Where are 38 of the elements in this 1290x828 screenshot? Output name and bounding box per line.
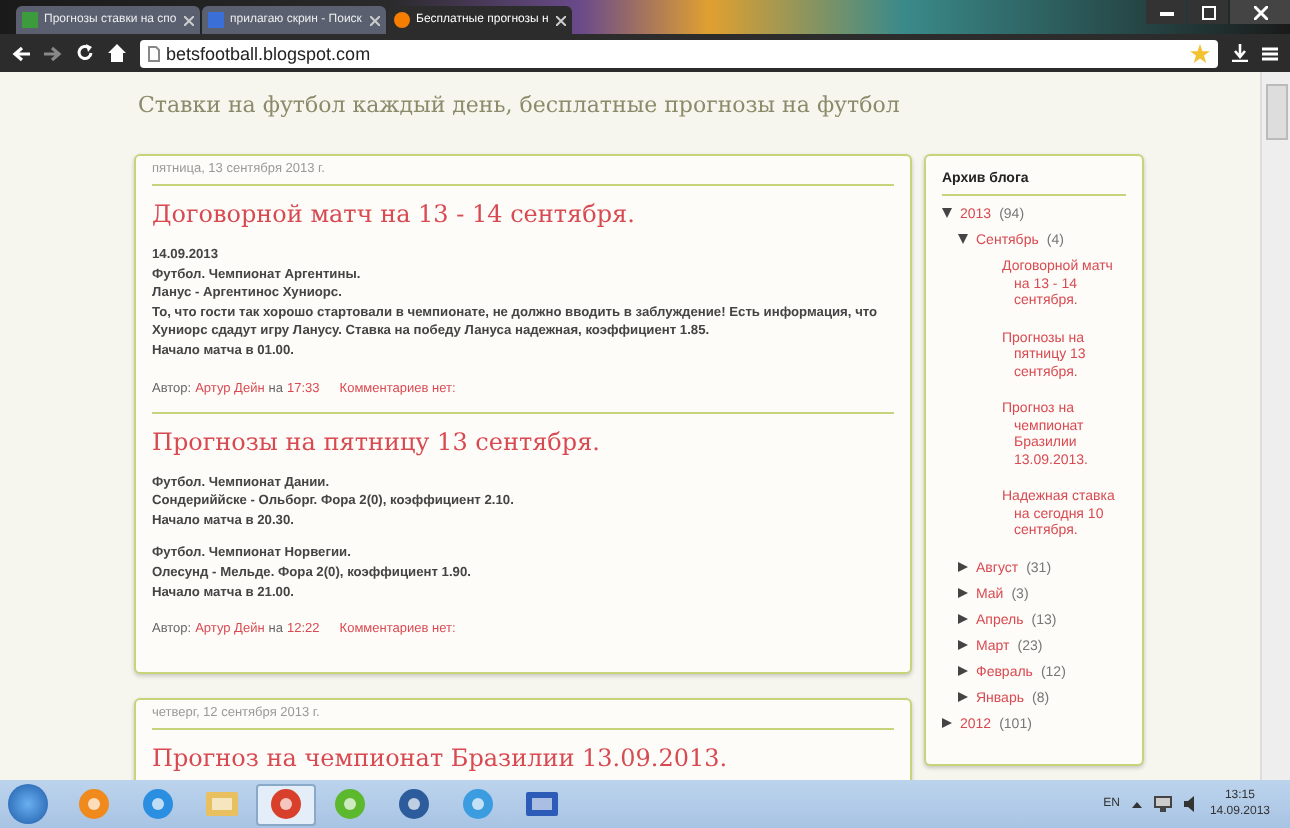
down-triangle-icon[interactable] — [958, 234, 968, 244]
scrollbar-thumb[interactable] — [1266, 84, 1288, 140]
close-icon[interactable] — [556, 15, 566, 25]
post-title[interactable]: Прогноз на чемпионат Бразилии 13.09.2013. — [152, 744, 894, 773]
right-triangle-icon[interactable] — [958, 639, 968, 649]
right-triangle-icon[interactable] — [958, 587, 968, 597]
taskbar-app[interactable] — [256, 783, 316, 825]
right-triangle-icon[interactable] — [958, 691, 968, 701]
blog-icon — [394, 12, 410, 28]
down-triangle-icon[interactable] — [942, 208, 952, 218]
folder-icon — [206, 790, 238, 818]
search-engine-icon — [208, 12, 224, 28]
speaker-icon[interactable] — [1183, 796, 1198, 812]
home-icon[interactable] — [108, 44, 126, 62]
menu-icon[interactable] — [1262, 45, 1278, 61]
right-triangle-icon[interactable] — [942, 717, 952, 727]
download-icon[interactable] — [1232, 44, 1248, 62]
network-icon[interactable] — [1153, 796, 1172, 812]
media-player-icon — [78, 788, 110, 820]
star-icon[interactable] — [1190, 43, 1210, 63]
back-icon[interactable] — [12, 45, 30, 61]
start-button[interactable] — [8, 784, 48, 824]
reload-icon[interactable] — [76, 44, 94, 62]
post-title[interactable]: Прогнозы на пятницу 13 сентября. — [152, 427, 894, 456]
post-title[interactable]: Договорной матч на 13 - 14 сентября. — [152, 200, 894, 228]
forward-icon[interactable] — [44, 45, 62, 61]
right-triangle-icon[interactable] — [958, 613, 968, 623]
right-triangle-icon[interactable] — [958, 561, 968, 571]
close-icon[interactable] — [1230, 0, 1290, 24]
minimize-icon[interactable] — [1146, 0, 1186, 24]
right-triangle-icon[interactable] — [958, 665, 968, 675]
scrollbar[interactable] — [1260, 72, 1290, 780]
up-arrow-icon[interactable] — [1131, 801, 1142, 807]
page-icon — [148, 45, 160, 61]
restore-icon[interactable] — [1188, 0, 1228, 24]
address-bar[interactable]: betsfootball.blogspot.com — [140, 39, 1218, 67]
blog-subtitle: Ставки на футбол каждый день, бесплатные прогнозы на футбол — [138, 92, 902, 122]
sheet-icon — [22, 12, 38, 28]
